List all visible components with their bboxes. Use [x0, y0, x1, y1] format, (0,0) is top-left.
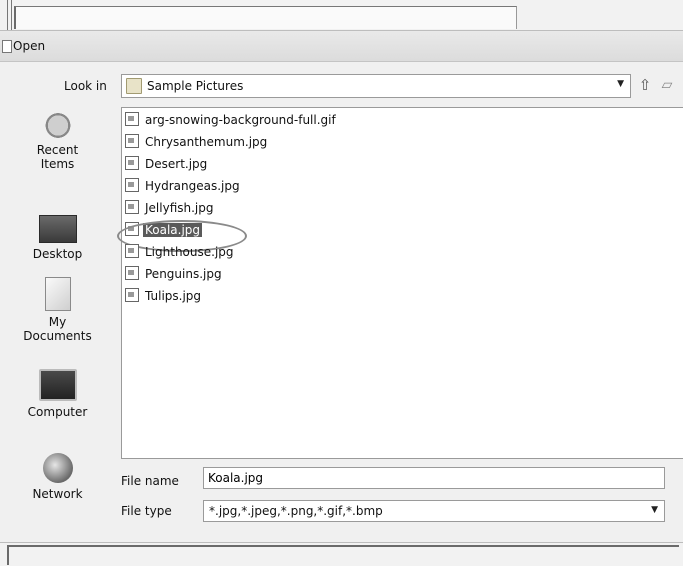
computer-icon: [38, 369, 77, 401]
file-type-label: File type: [121, 504, 172, 518]
file-item[interactable]: Jellyfish.jpg: [125, 200, 214, 217]
background-frame: [7, 545, 679, 565]
file-item[interactable]: Hydrangeas.jpg: [125, 178, 240, 195]
recent-items-icon: [42, 109, 73, 139]
look-in-dropdown[interactable]: Sample Pictures ▼: [121, 74, 631, 98]
image-file-icon: [125, 156, 139, 170]
place-computer[interactable]: Computer: [0, 369, 115, 419]
look-in-label: Look in: [64, 79, 107, 93]
file-name-label: File name: [121, 474, 179, 488]
up-folder-icon[interactable]: ⇧: [636, 76, 654, 94]
place-label: Computer: [27, 405, 88, 419]
file-item[interactable]: Desert.jpg: [125, 156, 207, 173]
image-file-icon: [125, 200, 139, 214]
network-icon: [42, 453, 73, 483]
file-name: Desert.jpg: [145, 157, 208, 171]
documents-icon: [44, 277, 71, 311]
file-item[interactable]: Chrysanthemum.jpg: [125, 134, 267, 151]
desktop-icon: [38, 215, 77, 243]
image-file-icon: [125, 266, 139, 280]
chevron-down-icon[interactable]: ▼: [617, 79, 624, 89]
place-label: Recent Items: [36, 143, 79, 171]
dialog-title-bar[interactable]: Open: [0, 31, 683, 62]
file-item-selected[interactable]: Koala.jpg: [117, 220, 247, 252]
file-item[interactable]: Penguins.jpg: [125, 266, 222, 283]
background-window-strip: [0, 0, 683, 31]
place-label: My Documents: [23, 315, 92, 343]
image-file-icon: [125, 244, 139, 258]
file-name: Penguins.jpg: [145, 267, 222, 281]
folder-icon: [126, 78, 142, 94]
image-file-icon: [125, 222, 139, 236]
place-my-documents[interactable]: My Documents: [0, 277, 115, 343]
file-name: Tulips.jpg: [145, 289, 202, 303]
file-name: Jellyfish.jpg: [145, 201, 214, 215]
place-label: Desktop: [32, 247, 83, 261]
file-name: Koala.jpg: [143, 223, 203, 237]
file-item[interactable]: arg-snowing-background-full.gif: [125, 112, 336, 129]
places-bar: Recent Items Desktop My Documents Comput…: [0, 107, 115, 527]
file-list[interactable]: arg-snowing-background-full.gif Chrysant…: [117, 107, 683, 459]
new-folder-icon[interactable]: ▱: [656, 76, 678, 94]
background-frame: [14, 6, 517, 29]
open-dialog: Look in Sample Pictures ▼ ⇧ ▱ Recent Ite…: [0, 62, 683, 542]
dialog-icon: [2, 40, 12, 53]
image-file-icon: [125, 134, 139, 148]
file-name: Chrysanthemum.jpg: [145, 135, 268, 149]
place-network[interactable]: Network: [0, 453, 115, 501]
place-recent-items[interactable]: Recent Items: [0, 109, 115, 171]
image-file-icon: [125, 112, 139, 126]
place-desktop[interactable]: Desktop: [0, 215, 115, 261]
look-in-value: Sample Pictures: [147, 79, 244, 93]
file-name-input[interactable]: [203, 467, 665, 489]
file-item[interactable]: Tulips.jpg: [125, 288, 201, 305]
image-file-icon: [125, 178, 139, 192]
file-type-dropdown[interactable]: *.jpg,*.jpeg,*.png,*.gif,*.bmp ▼: [203, 500, 665, 522]
file-name: Hydrangeas.jpg: [145, 179, 240, 193]
file-name: Lighthouse.jpg: [145, 245, 234, 259]
file-item[interactable]: Lighthouse.jpg: [125, 244, 234, 261]
background-frame-edge: [7, 0, 12, 30]
place-label: Network: [32, 487, 83, 501]
dialog-title: Open: [13, 39, 46, 53]
file-name: arg-snowing-background-full.gif: [145, 113, 336, 127]
file-type-value: *.jpg,*.jpeg,*.png,*.gif,*.bmp: [209, 504, 383, 518]
background-window-bottom: [0, 542, 683, 566]
image-file-icon: [125, 288, 139, 302]
application-window: Open Look in Sample Pictures ▼ ⇧ ▱ Recen…: [0, 0, 683, 566]
chevron-down-icon[interactable]: ▼: [651, 505, 658, 515]
